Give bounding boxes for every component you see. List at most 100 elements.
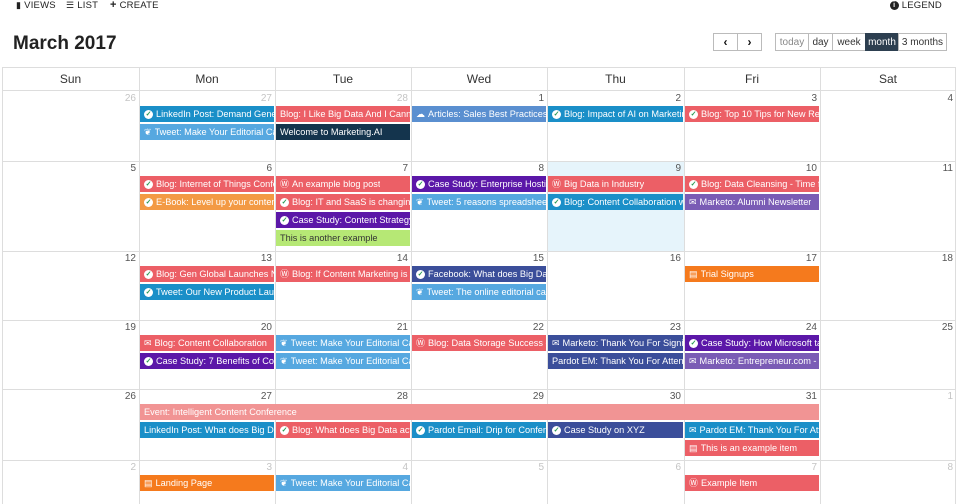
calendar-event[interactable]: Ⓦ Example Item <box>685 475 819 491</box>
calendar-event[interactable]: ✓ Case Study on XYZ <box>548 422 683 438</box>
calendar-event[interactable]: ✓Tweet: Our New Product Launch <box>140 284 274 300</box>
event-title: Trial Signups <box>700 269 754 279</box>
event-title: Tweet: Make Your Editorial Calendar <box>290 478 410 488</box>
event-title: Blog: Content Collaboration <box>154 338 267 348</box>
view-button-3-months[interactable]: 3 months <box>898 33 947 51</box>
event-title: Marketo: Thank You For Signing Up <box>562 338 683 348</box>
list-label: LIST <box>77 0 99 11</box>
calendar-event[interactable]: Ⓦ Big Data in Industry <box>548 176 683 192</box>
day-number: 24 <box>805 322 817 333</box>
calendar-event[interactable]: ▤ Landing Page <box>140 475 274 491</box>
event-title: Pardot Email: Drip for Conference <box>428 425 546 435</box>
day-cell[interactable]: 8 <box>820 460 956 504</box>
calendar-event[interactable]: ✓Facebook: What does Big Data mean <box>412 266 546 282</box>
view-button-day[interactable]: day <box>808 33 833 51</box>
calendar-event[interactable]: ☁ Articles: Sales Best Practices <box>412 106 546 122</box>
calendar-event[interactable]: ✉Marketo: Entrepreneur.com - Big Data <box>685 353 819 369</box>
calendar-event[interactable]: ✓LinkedIn Post: Demand Generation <box>140 106 274 122</box>
calendar-event[interactable]: ✓ E-Book: Level up your content <box>140 194 274 210</box>
envelope-icon: ✉ <box>552 337 560 348</box>
day-cell[interactable]: 5 <box>411 460 547 504</box>
calendar-event[interactable]: ✓Blog: Internet of Things Conference <box>140 176 274 192</box>
calendar-event[interactable]: ✓Blog: Top 10 Tips for New Remote Worker… <box>685 106 819 122</box>
calendar-event[interactable]: ❦Tweet: Make Your Editorial Calendar <box>276 475 410 491</box>
event-title: Blog: Gen Global Launches New Product <box>156 269 274 279</box>
calendar-event[interactable]: ✓Blog: Data Cleansing - Time for a chang… <box>685 176 819 192</box>
calendar-event[interactable]: This is another example <box>276 230 410 246</box>
day-cell[interactable]: 6 <box>547 460 684 504</box>
event-title: Blog: Data Cleansing - Time for a change <box>701 179 819 189</box>
legend-button[interactable]: i LEGEND <box>889 0 942 11</box>
day-cell[interactable]: 5 <box>2 161 139 251</box>
calendar-event[interactable]: Ⓦ An example blog post <box>276 176 410 192</box>
create-button[interactable]: + CREATE <box>110 0 159 11</box>
twitter-icon: ❦ <box>280 337 288 348</box>
calendar-event[interactable]: ✓Pardot Email: Drip for Conference <box>412 422 546 438</box>
calendar-event[interactable]: ⓌBlog: If Content Marketing is King <box>276 266 410 282</box>
calendar-event[interactable]: ❦Tweet: Make Your Editorial Calendar <box>276 353 410 369</box>
event-title: LinkedIn Post: Demand Generation <box>156 109 274 119</box>
view-button-month[interactable]: month <box>865 33 899 51</box>
calendar-event[interactable]: Event: Intelligent Content Conference <box>140 404 819 420</box>
plus-icon: + <box>110 0 117 11</box>
calendar-event[interactable]: ✓ Case Study: Content Strategy <box>276 212 410 228</box>
day-cell[interactable]: 26 <box>2 389 139 460</box>
day-cell[interactable]: 1 <box>411 91 547 161</box>
event-title: Blog: If Content Marketing is King <box>292 269 410 279</box>
calendar-event[interactable]: ❦Tweet: The online editorial calendar <box>412 284 546 300</box>
event-title: Facebook: What does Big Data mean <box>428 269 546 279</box>
day-cell[interactable]: 25 <box>820 320 956 389</box>
calendar-event[interactable]: ✉Pardot EM: Thank You For Attending <box>685 422 819 438</box>
day-number: 26 <box>124 93 136 104</box>
event-title: Tweet: Make Your Editorial Calendar <box>290 338 410 348</box>
calendar-event[interactable]: ❦Tweet: Make Your Editorial Calendar <box>276 335 410 351</box>
day-cell[interactable]: 22 <box>411 320 547 389</box>
list-button[interactable]: ☰ LIST <box>66 0 98 11</box>
calendar-event[interactable]: ✓ Case Study: Enterprise Hosting <box>412 176 546 192</box>
view-button-today[interactable]: today <box>775 33 809 51</box>
calendar-event[interactable]: ✓ Blog: Impact of AI on Marketing <box>548 106 683 122</box>
day-cell[interactable]: 18 <box>820 251 956 320</box>
day-cell[interactable]: 1 <box>820 389 956 460</box>
calendar-event[interactable]: ✓Case Study: How Microsoft takes on <box>685 335 819 351</box>
calendar-event[interactable]: ❦Tweet: 5 reasons spreadsheets fail <box>412 194 546 210</box>
day-cell[interactable]: 4 <box>820 91 956 161</box>
calendar-event[interactable]: ✓Blog: Content Collaboration with Teams <box>548 194 683 210</box>
calendar-event[interactable]: ✓Blog: What does Big Data actually mean <box>276 422 410 438</box>
calendar-event[interactable]: Welcome to Marketing.AI <box>276 124 410 140</box>
calendar-event[interactable]: Blog: I Like Big Data And I Cannot Lie <box>276 106 410 122</box>
view-button-week[interactable]: week <box>832 33 866 51</box>
calendar-event[interactable]: ✉Marketo: Thank You For Signing Up <box>548 335 683 351</box>
check-circle-icon: ✓ <box>689 109 698 119</box>
day-cell[interactable]: 16 <box>547 251 684 320</box>
day-cell[interactable]: 17 <box>684 251 820 320</box>
wordpress-icon: Ⓦ <box>689 477 699 488</box>
calendar-event[interactable]: ▤ This is an example item <box>685 440 819 456</box>
day-number: 22 <box>532 322 544 333</box>
views-button[interactable]: ▮ VIEWS <box>16 0 56 11</box>
day-cell[interactable]: 14 <box>275 251 411 320</box>
day-cell[interactable]: 11 <box>820 161 956 251</box>
day-cell[interactable]: 2 <box>2 460 139 504</box>
calendar-event[interactable]: LinkedIn Post: What does Big Data mean <box>140 422 274 438</box>
cloud-icon: ☁ <box>416 108 425 119</box>
calendar-event[interactable]: Pardot EM: Thank You For Attending <box>548 353 683 369</box>
next-month-button[interactable]: › <box>737 33 762 51</box>
calendar-event[interactable]: ✉ Marketo: Alumni Newsletter <box>685 194 819 210</box>
weekday-header-thu: Thu <box>547 67 684 91</box>
day-cell[interactable]: 2 <box>547 91 684 161</box>
calendar-event[interactable]: ✓Blog: Gen Global Launches New Product <box>140 266 274 282</box>
chevron-left-icon: ‹ <box>723 35 728 49</box>
day-cell[interactable]: 3 <box>684 91 820 161</box>
calendar-event[interactable]: ✓Case Study: 7 Benefits of Content <box>140 353 274 369</box>
calendar-event[interactable]: ⓌBlog: Data Storage Success - Long term <box>412 335 546 351</box>
day-cell[interactable]: 26 <box>2 91 139 161</box>
calendar-event[interactable]: ❦Tweet: Make Your Editorial Calendar <box>140 124 274 140</box>
calendar-event[interactable]: ▤ Trial Signups <box>685 266 819 282</box>
day-cell[interactable]: 12 <box>2 251 139 320</box>
prev-month-button[interactable]: ‹ <box>713 33 738 51</box>
calendar-event[interactable]: ✉ Blog: Content Collaboration <box>140 335 274 351</box>
calendar-event[interactable]: ✓Blog: IT and SaaS is changing the world <box>276 194 410 210</box>
day-cell[interactable]: 19 <box>2 320 139 389</box>
day-number: 2 <box>130 462 136 473</box>
